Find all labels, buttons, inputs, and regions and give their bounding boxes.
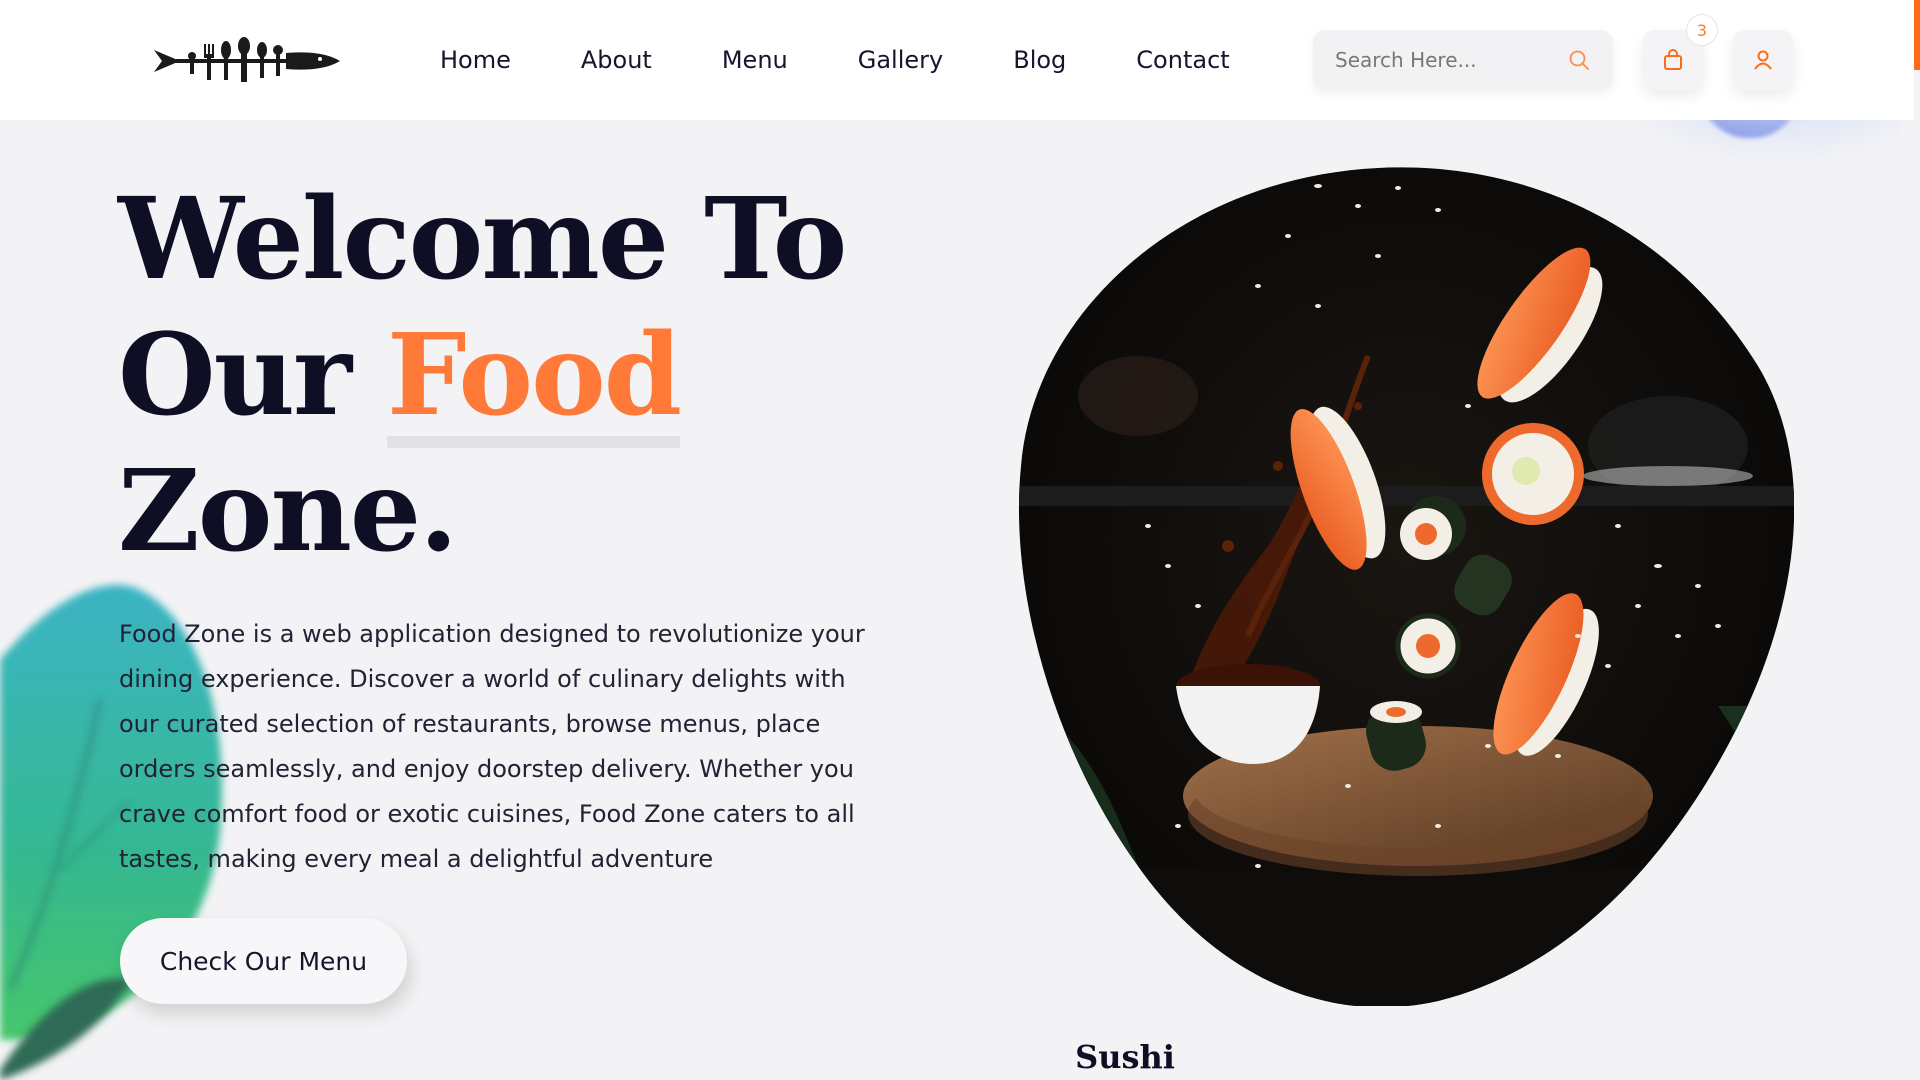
sushi-splash-photo: [1018, 167, 1794, 1006]
main-nav: Home About Menu Gallery Blog Contact: [440, 0, 1230, 120]
check-menu-button[interactable]: Check Our Menu: [120, 918, 407, 1004]
search-icon[interactable]: [1567, 48, 1591, 72]
nav-contact[interactable]: Contact: [1136, 46, 1229, 74]
scrollbar-accent[interactable]: [1914, 0, 1920, 70]
site-header: Home About Menu Gallery Blog Contact: [0, 0, 1914, 120]
food-zone-logo[interactable]: [152, 36, 342, 86]
hero-title: Welcome To Our Food Zone.: [118, 172, 847, 580]
user-button[interactable]: [1733, 30, 1793, 90]
hero-description: Food Zone is a web application designed …: [119, 620, 865, 873]
shopping-bag-icon: [1664, 49, 1682, 70]
hero-title-line-3: Zone.: [118, 446, 458, 577]
search-input[interactable]: [1335, 48, 1565, 72]
image-caption: Sushi: [1075, 1038, 1175, 1076]
cart-count-badge: 3: [1686, 14, 1718, 46]
hero-title-accent: Food: [387, 308, 682, 448]
nav-menu[interactable]: Menu: [722, 46, 788, 74]
hero-title-prefix: Our: [118, 310, 387, 441]
nav-gallery[interactable]: Gallery: [858, 46, 943, 74]
nav-about[interactable]: About: [581, 46, 652, 74]
nav-home[interactable]: Home: [440, 46, 511, 74]
hero-title-line-1: Welcome To: [118, 174, 847, 305]
nav-blog[interactable]: Blog: [1013, 46, 1066, 74]
hero-title-line-2: Our Food: [118, 308, 845, 448]
search-box: [1313, 30, 1613, 90]
user-icon: [1754, 50, 1772, 70]
